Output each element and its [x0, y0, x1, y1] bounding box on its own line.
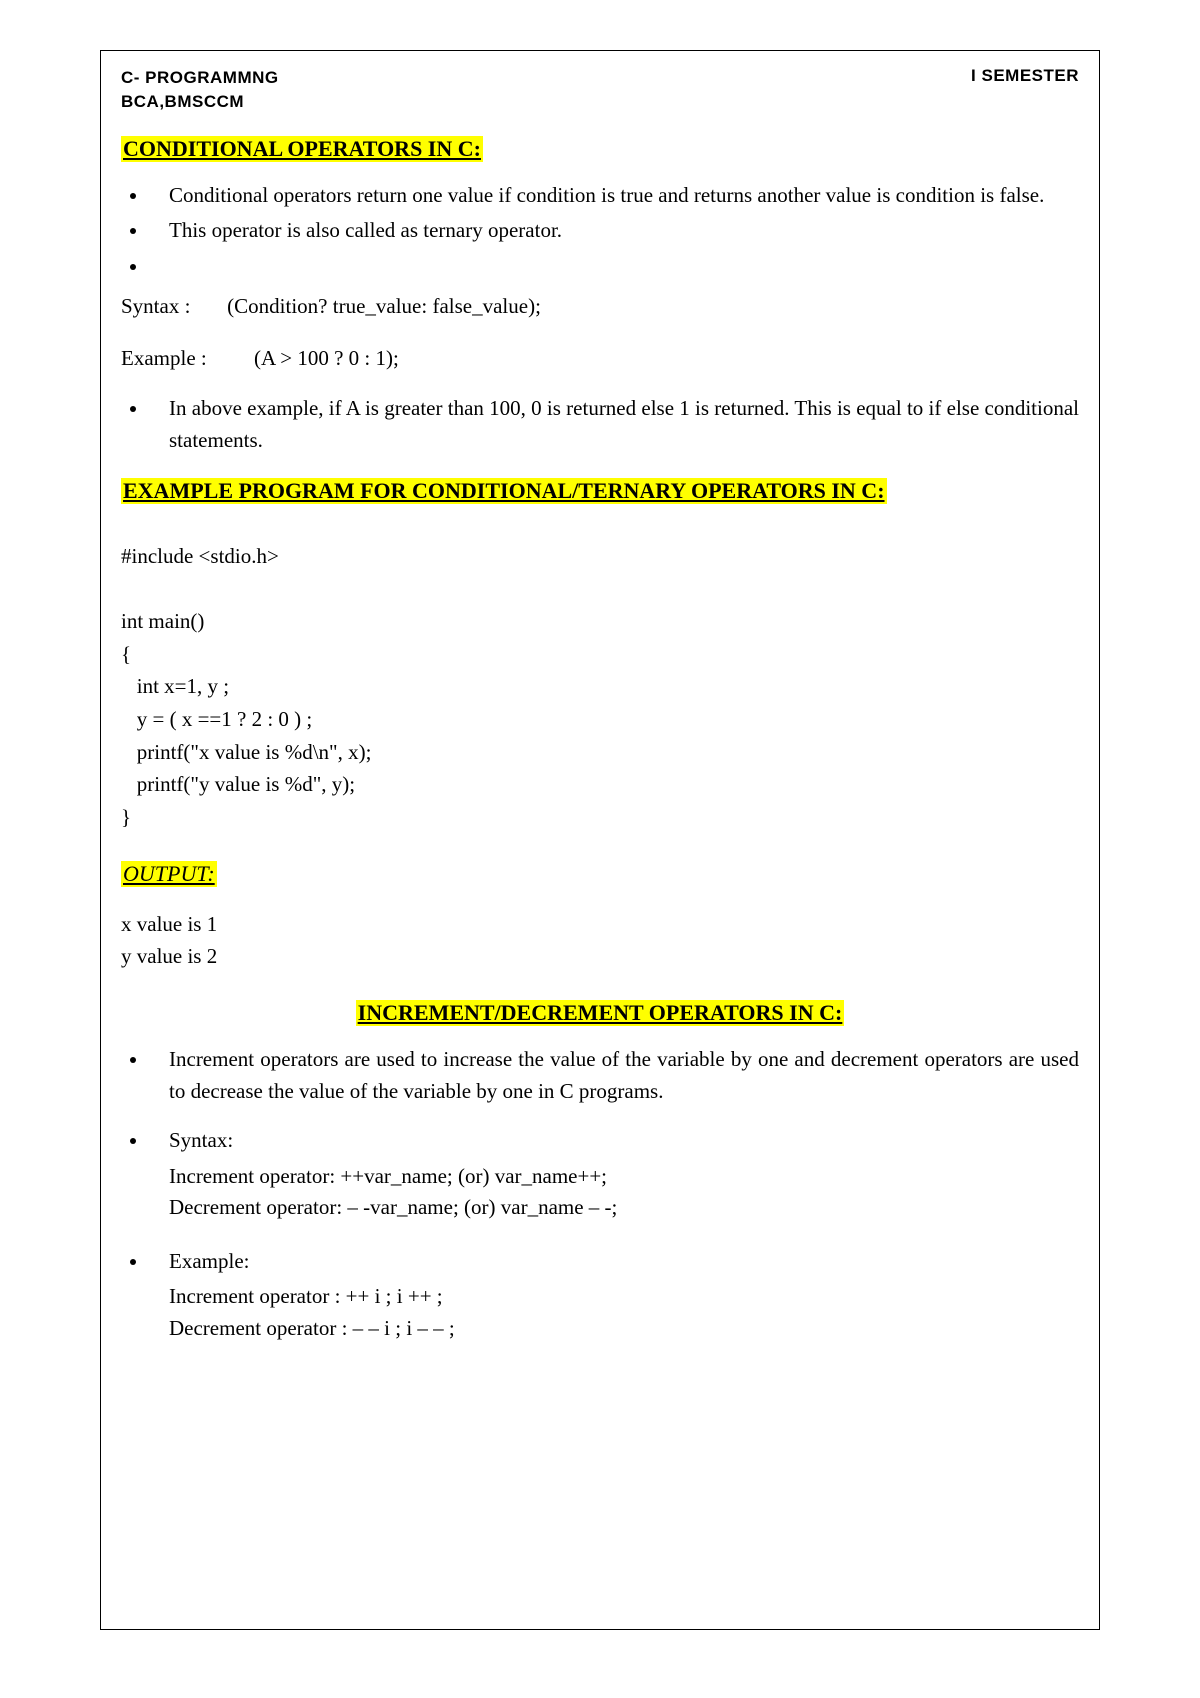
- conditional-bullets-1: Conditional operators return one value i…: [149, 180, 1079, 283]
- bullet-item: Example:: [149, 1246, 1079, 1278]
- bullet-item: Conditional operators return one value i…: [149, 180, 1079, 212]
- heading-increment-decrement: INCREMENT/DECREMENT OPERATORS IN C:: [356, 1000, 845, 1026]
- syntax-label: Syntax:: [169, 1128, 233, 1152]
- example-row: Example : (A > 100 ? 0 : 1);: [121, 342, 1079, 376]
- output-line: x value is 1: [121, 909, 1079, 941]
- output-block: x value is 1 y value is 2: [121, 909, 1079, 972]
- incdec-bullets: Increment operators are used to increase…: [149, 1044, 1079, 1107]
- code-block: #include <stdio.h> int main() { int x=1,…: [121, 540, 1079, 833]
- output-label: OUTPUT:: [121, 861, 217, 887]
- header-semester: I SEMESTER: [971, 66, 1079, 114]
- syntax-label: Syntax :: [121, 294, 190, 318]
- example-increment: Increment operator : ++ i ; i ++ ;: [169, 1281, 1079, 1313]
- bullet-item: In above example, if A is greater than 1…: [149, 393, 1079, 456]
- heading-conditional-operators: CONDITIONAL OPERATORS IN C:: [121, 136, 483, 162]
- page-border: C- PROGRAMMNG BCA,BMSCCM I SEMESTER COND…: [100, 50, 1100, 1630]
- syntax-row: Syntax : (Condition? true_value: false_v…: [121, 290, 1079, 324]
- conditional-bullets-2: In above example, if A is greater than 1…: [149, 393, 1079, 456]
- example-label: Example :: [121, 346, 207, 370]
- example-decrement: Decrement operator : – – i ; i – – ;: [169, 1313, 1079, 1345]
- example-value: (A > 100 ? 0 : 1);: [254, 346, 399, 370]
- document-header: C- PROGRAMMNG BCA,BMSCCM I SEMESTER: [121, 66, 1079, 114]
- heading-example-program: EXAMPLE PROGRAM FOR CONDITIONAL/TERNARY …: [121, 478, 887, 504]
- bullet-item: Increment operators are used to increase…: [149, 1044, 1079, 1107]
- syntax-decrement: Decrement operator: – -var_name; (or) va…: [169, 1192, 1079, 1224]
- incdec-example-bullet: Example:: [149, 1246, 1079, 1278]
- syntax-value: (Condition? true_value: false_value);: [227, 294, 541, 318]
- bullet-item: Syntax:: [149, 1125, 1079, 1157]
- header-course: C- PROGRAMMNG: [121, 66, 279, 90]
- incdec-syntax-bullet: Syntax:: [149, 1125, 1079, 1157]
- bullet-item-empty: [149, 251, 1079, 283]
- header-program: BCA,BMSCCM: [121, 90, 279, 114]
- example-block: Increment operator : ++ i ; i ++ ; Decre…: [169, 1281, 1079, 1344]
- syntax-block: Increment operator: ++var_name; (or) var…: [169, 1161, 1079, 1224]
- output-line: y value is 2: [121, 941, 1079, 973]
- header-left: C- PROGRAMMNG BCA,BMSCCM: [121, 66, 279, 114]
- heading-increment-decrement-wrap: INCREMENT/DECREMENT OPERATORS IN C:: [121, 1000, 1079, 1026]
- example-label: Example:: [169, 1249, 249, 1273]
- bullet-item: This operator is also called as ternary …: [149, 215, 1079, 247]
- syntax-increment: Increment operator: ++var_name; (or) var…: [169, 1161, 1079, 1193]
